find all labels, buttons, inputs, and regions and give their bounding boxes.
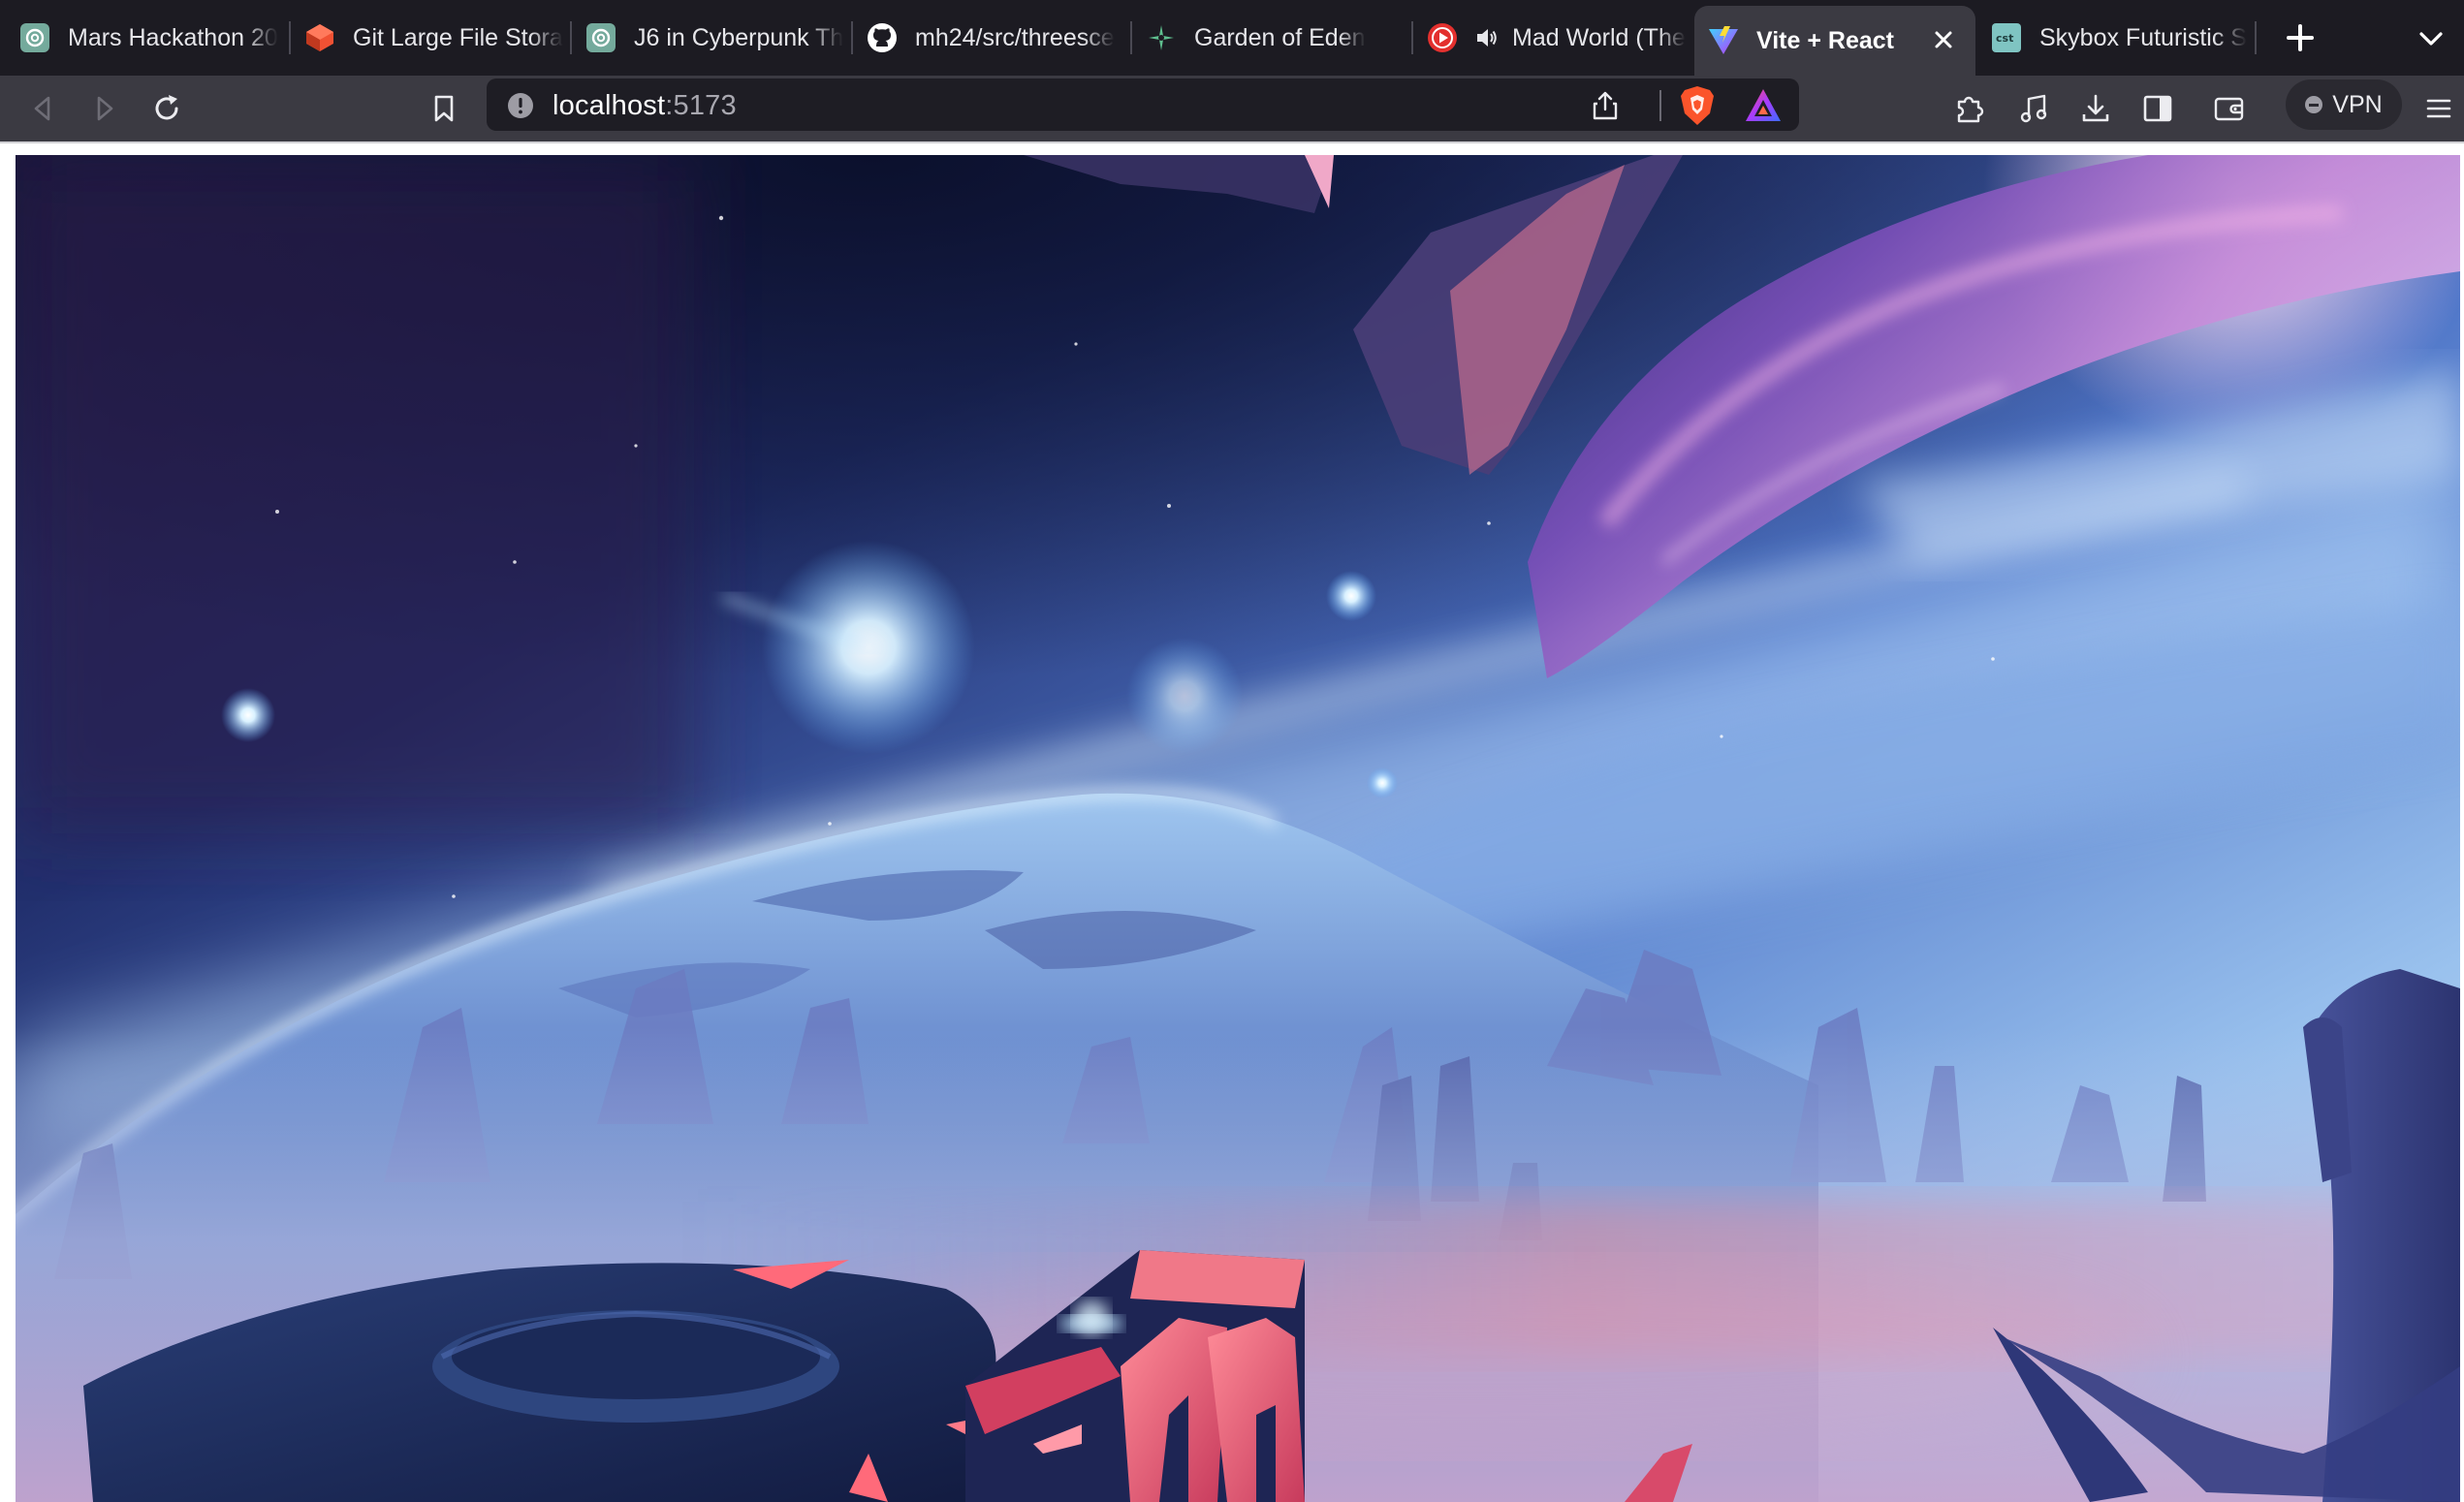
tab-separator <box>289 21 291 54</box>
tab-separator <box>851 21 853 54</box>
music-note-icon <box>2020 94 2047 123</box>
close-tab-icon[interactable] <box>1929 25 1958 54</box>
sidebar-button[interactable] <box>2136 87 2179 130</box>
new-tab-button[interactable] <box>2280 17 2321 58</box>
skybox-canvas[interactable] <box>16 155 2460 1502</box>
vpn-status-icon <box>2305 96 2323 113</box>
extensions-button[interactable] <box>1948 87 1991 130</box>
tab-garden-of-eden[interactable]: Garden of Eden <box>1134 8 1413 68</box>
tab-strip: Mars Hackathon 20 Git Large File Stora J… <box>0 0 2464 76</box>
chevron-down-icon <box>2419 32 2443 46</box>
speaker-icon[interactable] <box>1475 22 1499 53</box>
tab-list-button[interactable] <box>2412 19 2450 58</box>
tab-separator <box>570 21 572 54</box>
navigation-toolbar: localhost:5173 VPN <box>0 76 2464 141</box>
svg-text:cst: cst <box>1996 32 2013 45</box>
github-icon <box>867 22 898 53</box>
tab-j6-cyberpunk[interactable]: J6 in Cyberpunk Th <box>574 8 853 68</box>
brave-shields-icon[interactable] <box>1677 84 1718 127</box>
tab-mars-hackathon[interactable]: Mars Hackathon 20 <box>0 8 291 68</box>
tab-label: Skybox Futuristic S <box>2039 23 2247 51</box>
tab-label: Git Large File Stora <box>353 23 563 51</box>
forward-button[interactable] <box>83 87 126 130</box>
reload-icon <box>155 95 178 120</box>
tab-separator <box>1411 21 1413 54</box>
tab-separator <box>1130 21 1132 54</box>
plus-icon <box>2287 24 2314 51</box>
tab-label: J6 in Cyberpunk Th <box>634 23 844 51</box>
tab-git-lfs[interactable]: Git Large File Stora <box>293 8 572 68</box>
tab-label: Vite + React <box>1756 26 1894 54</box>
vite-icon <box>1708 25 1739 56</box>
wallet-icon <box>2214 97 2244 121</box>
url-port: :5173 <box>665 90 737 121</box>
tab-skybox-futuristic[interactable]: cst Skybox Futuristic S <box>1977 8 2257 68</box>
address-bar-divider <box>1659 90 1661 121</box>
tab-label: Mad World (The <box>1512 23 1686 51</box>
share-icon[interactable] <box>1586 86 1625 125</box>
download-icon <box>2082 94 2109 122</box>
hamburger-menu-icon <box>2426 99 2451 118</box>
garden-leaf-icon <box>1146 22 1177 53</box>
tab-mad-world[interactable]: Mad World (The <box>1415 8 1692 68</box>
tab-separator <box>2255 21 2257 54</box>
vpn-button[interactable]: VPN <box>2286 79 2402 130</box>
site-info-icon[interactable] <box>506 91 535 120</box>
openai-icon <box>19 22 50 53</box>
tab-vite-react[interactable]: Vite + React <box>1694 6 1975 76</box>
openai-icon <box>585 22 616 53</box>
tab-label: Garden of Eden <box>1194 23 1366 51</box>
media-button[interactable] <box>2012 87 2055 130</box>
reload-button[interactable] <box>145 87 188 130</box>
url-host: localhost <box>553 90 666 121</box>
main-menu-button[interactable] <box>2417 87 2460 130</box>
back-icon <box>34 96 50 121</box>
skybox-scene <box>16 155 2460 1502</box>
tab-label: mh24/src/threesce <box>915 23 1115 51</box>
git-lfs-icon <box>304 22 335 53</box>
url-text[interactable]: localhost:5173 <box>553 90 737 122</box>
vpn-label: VPN <box>2332 90 2383 118</box>
puzzle-icon <box>1957 96 1984 123</box>
wallet-button[interactable] <box>2208 87 2251 130</box>
sidebar-icon <box>2143 95 2172 122</box>
forward-icon <box>97 96 113 121</box>
downloads-button[interactable] <box>2074 87 2117 130</box>
address-bar[interactable]: localhost:5173 <box>487 78 1799 131</box>
youtube-icon <box>1427 22 1458 53</box>
tab-github-mh24[interactable]: mh24/src/threesce <box>855 8 1132 68</box>
bookmark-icon <box>434 95 454 122</box>
brave-rewards-icon[interactable] <box>1743 86 1784 125</box>
skybox-icon: cst <box>1991 22 2022 53</box>
page-viewport <box>0 143 2464 1502</box>
bookmark-button[interactable] <box>423 87 465 130</box>
browser-window: Mars Hackathon 20 Git Large File Stora J… <box>0 0 2464 1502</box>
tab-label: Mars Hackathon 20 <box>68 23 278 51</box>
back-button[interactable] <box>21 87 64 130</box>
